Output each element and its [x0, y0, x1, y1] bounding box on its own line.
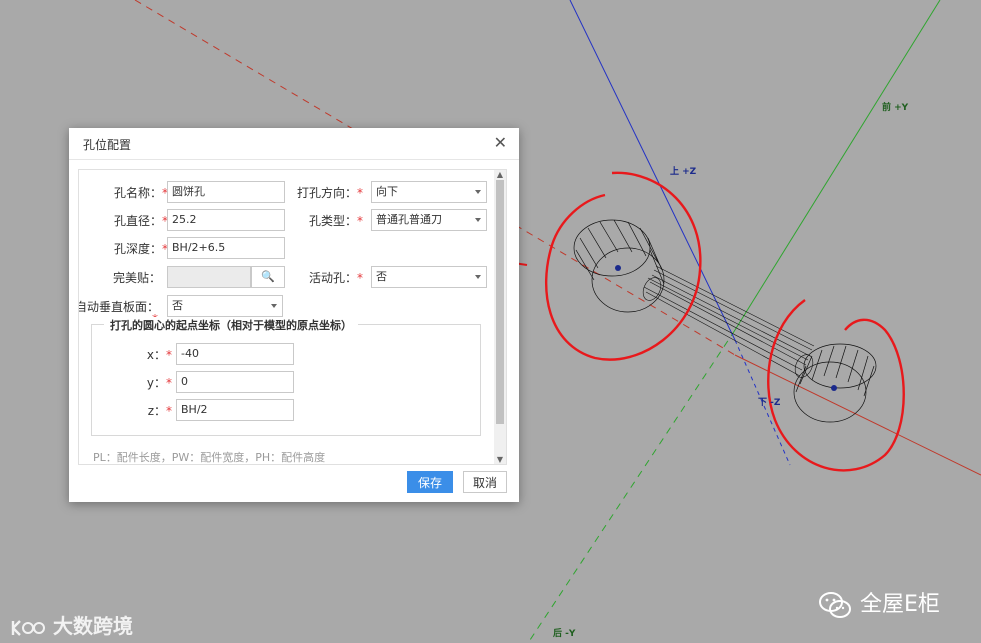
x-label: x：* — [146, 348, 172, 362]
watermark-right-text: 全屋E柜 — [860, 592, 940, 617]
hole-depth-label: 孔深度：* — [113, 242, 168, 256]
y-input[interactable]: 0 — [176, 371, 294, 393]
z-label: z：* — [147, 404, 172, 418]
rod-hole-model — [642, 265, 815, 378]
annotation-circle-right — [767, 299, 905, 472]
perfect-fit-input[interactable] — [167, 266, 251, 288]
dialog-form: 孔名称：* 圆饼孔 打孔方向：* 向下 孔直径：* 25.2 孔类型：* 普通孔… — [78, 169, 507, 465]
z-axis-line — [569, 0, 736, 341]
chevron-down-icon — [475, 190, 481, 194]
drill-direction-label: 打孔方向：* — [296, 186, 363, 200]
wechat-icon — [819, 592, 851, 618]
perfect-fit-label: 完美贴： — [112, 271, 161, 285]
right-disc-hole-model — [793, 343, 877, 423]
right-disc-center — [831, 385, 837, 391]
chevron-down-icon — [271, 304, 277, 308]
left-disc-center — [615, 265, 621, 271]
auto-vertical-label: 自动垂直板面： — [78, 300, 159, 314]
front-y-label: 前 +Y — [882, 101, 909, 113]
search-button[interactable]: 🔍 — [251, 266, 285, 288]
hole-type-label: 孔类型：* — [308, 214, 363, 228]
hole-depth-input[interactable]: BH/2+6.5 — [167, 237, 285, 259]
search-icon: 🔍 — [261, 270, 275, 283]
back-y-label: 后 -Y — [553, 627, 576, 639]
drill-direction-select[interactable]: 向下 — [371, 181, 487, 203]
cancel-button[interactable]: 取消 — [463, 471, 507, 493]
hole-type-select[interactable]: 普通孔普通刀 — [371, 209, 487, 231]
z-input[interactable]: BH/2 — [176, 399, 294, 421]
y-axis-line-dashed — [529, 329, 736, 641]
chevron-down-icon — [475, 275, 481, 279]
auto-vertical-select[interactable]: 否 — [167, 295, 283, 317]
annotation-circle-left — [545, 171, 702, 361]
x-input[interactable]: -40 — [176, 343, 294, 365]
movable-hole-select[interactable]: 否 — [371, 266, 487, 288]
hole-config-dialog: 孔位配置 ✕ 孔名称：* 圆饼孔 打孔方向：* 向下 孔直径：* 25.2 孔类… — [69, 128, 519, 502]
hole-name-label: 孔名称：* — [113, 186, 168, 200]
watermark-left: 大数跨境 — [10, 610, 133, 639]
scrollbar-thumb[interactable] — [496, 180, 504, 424]
watermark-right: 全屋E柜 — [818, 586, 940, 619]
movable-hole-label: 活动孔：* — [308, 271, 363, 285]
dimension-hint: PL：配件长度，PW：配件宽度，PH：配件高度 — [93, 451, 326, 464]
logo-icon — [11, 619, 45, 636]
down-z-label: 下 -Z — [758, 397, 781, 408]
coords-legend: 打孔的圆心的起点坐标（相对于模型的原点坐标） — [104, 317, 358, 333]
coords-fieldset: 打孔的圆心的起点坐标（相对于模型的原点坐标） x：* -40 y：* 0 z：*… — [91, 317, 481, 436]
y-axis-line — [734, 0, 941, 331]
up-z-label: 上 +Z — [670, 165, 697, 177]
title-divider — [69, 159, 519, 160]
scrollbar[interactable]: ▲ ▼ — [494, 170, 506, 464]
chevron-down-icon — [475, 218, 481, 222]
close-icon[interactable]: ✕ — [494, 134, 507, 152]
dialog-title: 孔位配置 — [83, 138, 132, 152]
hole-diameter-label: 孔直径：* — [113, 214, 168, 228]
save-button[interactable]: 保存 — [407, 471, 453, 493]
hole-name-input[interactable]: 圆饼孔 — [167, 181, 285, 203]
scroll-down-icon[interactable]: ▼ — [496, 455, 504, 464]
y-label: y：* — [146, 376, 172, 390]
scroll-up-icon[interactable]: ▲ — [496, 170, 504, 179]
hole-diameter-input[interactable]: 25.2 — [167, 209, 285, 231]
watermark-left-text: 大数跨境 — [52, 614, 133, 638]
